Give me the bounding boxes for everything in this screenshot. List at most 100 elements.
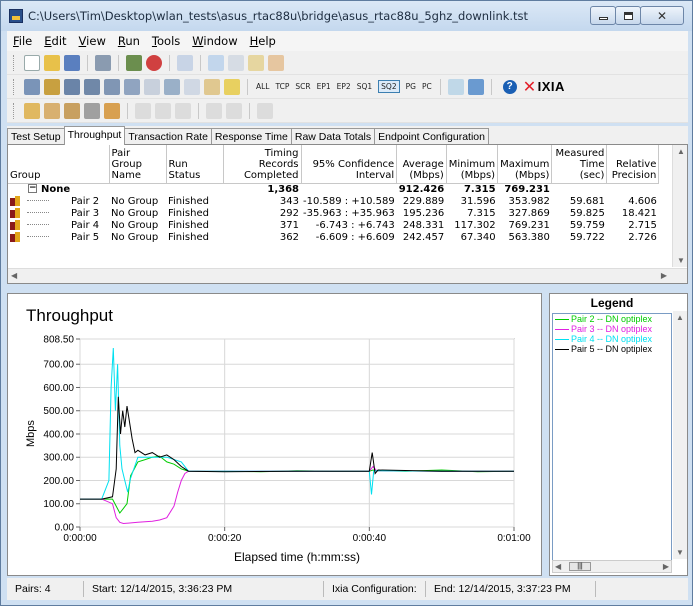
- legend-horizontal-scrollbar[interactable]: ◀ ||| ▶: [552, 560, 672, 573]
- collapse-icon[interactable]: −: [28, 184, 37, 193]
- col-pair-group[interactable]: Pair Group Name: [109, 145, 167, 184]
- legend-item[interactable]: Pair 3 -- DN optiplex: [553, 324, 671, 334]
- scroll-left-icon[interactable]: ◀: [555, 562, 561, 571]
- disabled-tool-icon[interactable]: [135, 102, 151, 119]
- legend-vertical-scrollbar[interactable]: ▲ ▼: [673, 311, 687, 559]
- legend-item[interactable]: Pair 4 -- DN optiplex: [553, 334, 671, 344]
- disabled-tool-icon[interactable]: [257, 102, 273, 119]
- filter-ep2-button[interactable]: EP2: [337, 82, 351, 91]
- legend-list[interactable]: Pair 2 -- DN optiplex Pair 3 -- DN optipl…: [552, 313, 672, 563]
- menu-item-3[interactable]: Run: [112, 34, 146, 48]
- refresh-icon[interactable]: [447, 78, 464, 95]
- scroll-up-icon[interactable]: ▲: [676, 313, 684, 322]
- grid-horizontal-scrollbar[interactable]: ◀ ▶: [8, 268, 687, 283]
- chart-icon[interactable]: [184, 78, 200, 95]
- stop-icon[interactable]: [146, 54, 162, 71]
- tab-5[interactable]: Endpoint Configuration: [374, 128, 489, 145]
- filter-scr-button[interactable]: SCR: [295, 82, 310, 91]
- add-pair-icon[interactable]: [64, 78, 80, 95]
- menu-item-2[interactable]: View: [73, 34, 112, 48]
- report-icon[interactable]: [228, 54, 244, 71]
- tab-1[interactable]: Throughput: [63, 126, 126, 145]
- filter-sq1-button[interactable]: SQ1: [357, 82, 372, 91]
- col-run-status[interactable]: Run Status: [166, 145, 224, 184]
- tab-0[interactable]: Test Setup: [7, 128, 65, 145]
- menu-item-6[interactable]: Help: [244, 34, 282, 48]
- save-icon[interactable]: [64, 54, 80, 71]
- minimize-button[interactable]: [590, 6, 616, 25]
- tool-icon[interactable]: [64, 102, 80, 119]
- wrench-icon[interactable]: [84, 102, 100, 119]
- filter-pc-button[interactable]: PC: [422, 82, 432, 91]
- filter-ep1-button[interactable]: EP1: [317, 82, 331, 91]
- menu-item-4[interactable]: Tools: [146, 34, 186, 48]
- edit-icon[interactable]: [164, 78, 180, 95]
- new-file-icon[interactable]: [24, 54, 40, 71]
- window-icon[interactable]: [467, 78, 484, 95]
- disabled-tool-icon[interactable]: [175, 102, 191, 119]
- scroll-right-icon[interactable]: ▶: [663, 562, 669, 571]
- toolbar-grip[interactable]: [13, 78, 16, 95]
- col-relative-precision[interactable]: Relative Precision: [606, 145, 660, 184]
- edit-pair-icon[interactable]: [84, 78, 100, 95]
- col-timing-records[interactable]: Timing Records Completed: [223, 145, 302, 184]
- menu-item-0[interactable]: File: [7, 34, 38, 48]
- col-group[interactable]: Group: [8, 145, 110, 184]
- scroll-right-icon[interactable]: ▶: [661, 271, 667, 280]
- brush-icon[interactable]: [104, 102, 120, 119]
- grid-vertical-scrollbar[interactable]: ▲ ▼: [672, 145, 687, 267]
- table-row[interactable]: Pair 4 No Group Finished 371 -6.743 : +6.743…: [8, 219, 659, 232]
- disabled-tool-icon[interactable]: [226, 102, 242, 119]
- wand-icon[interactable]: [268, 54, 284, 71]
- scroll-down-icon[interactable]: ▼: [676, 548, 684, 557]
- scroll-up-icon[interactable]: ▲: [677, 147, 685, 156]
- filter-icon[interactable]: [204, 78, 220, 95]
- filter-tcp-button[interactable]: TCP: [276, 82, 290, 91]
- tab-3[interactable]: Response Time: [210, 128, 292, 145]
- table-cell: 563.380: [508, 231, 550, 243]
- toolbar-grip[interactable]: [13, 54, 16, 71]
- table-row[interactable]: Pair 5 No Group Finished 362 -6.609 : +6.609…: [8, 231, 659, 244]
- table-row[interactable]: Pair 2 No Group Finished 343 -10.589 : +10.5…: [8, 195, 659, 208]
- legend-item[interactable]: Pair 2 -- DN optiplex: [553, 314, 671, 324]
- col-maximum[interactable]: Maximum (Mbps): [497, 145, 553, 184]
- copy-pair-icon[interactable]: [104, 78, 120, 95]
- filter-sq2-button[interactable]: SQ2: [378, 80, 400, 93]
- arrow-icon[interactable]: [44, 102, 60, 119]
- menu-item-5[interactable]: Window: [186, 34, 243, 48]
- col-confidence[interactable]: 95% Confidence Interval: [301, 145, 398, 184]
- export-icon[interactable]: [208, 54, 224, 71]
- tab-2[interactable]: Transaction Rate: [124, 128, 212, 145]
- scroll-left-icon[interactable]: ◀: [11, 271, 17, 280]
- open-folder-icon[interactable]: [44, 54, 60, 71]
- network-icon[interactable]: [124, 78, 140, 95]
- graph-icon[interactable]: [177, 54, 193, 71]
- filter-all-button[interactable]: ALL: [256, 82, 270, 91]
- multicast-icon[interactable]: [44, 78, 60, 95]
- tab-4[interactable]: Raw Data Totals: [290, 128, 376, 145]
- scroll-down-icon[interactable]: ▼: [677, 256, 685, 265]
- pencil-icon[interactable]: [24, 102, 40, 119]
- sort-icon[interactable]: [224, 78, 240, 95]
- filter-pg-button[interactable]: PG: [406, 82, 416, 91]
- help-icon[interactable]: ?: [502, 79, 517, 94]
- disabled-tool-icon[interactable]: [155, 102, 171, 119]
- run-icon[interactable]: [126, 54, 142, 71]
- menu-item-1[interactable]: Edit: [38, 34, 72, 48]
- maximize-button[interactable]: [615, 6, 641, 25]
- table-row-summary[interactable]: − None 1,368 912.426 7.315 769.231: [8, 183, 659, 196]
- close-button[interactable]: ✕: [640, 6, 684, 25]
- pair-icon[interactable]: [24, 78, 40, 95]
- legend-item[interactable]: Pair 5 -- DN optiplex: [553, 344, 671, 354]
- scroll-thumb[interactable]: |||: [569, 562, 591, 571]
- script-icon[interactable]: [144, 78, 160, 95]
- table-row[interactable]: Pair 3 No Group Finished 292 -35.963 : +35.9…: [8, 207, 659, 220]
- disabled-tool-icon[interactable]: [206, 102, 222, 119]
- print-icon[interactable]: [95, 54, 111, 71]
- mail-icon[interactable]: [248, 54, 264, 71]
- col-minimum[interactable]: Minimum (Mbps): [446, 145, 499, 184]
- col-measured-time[interactable]: Measured Time (sec): [551, 145, 608, 184]
- title-bar[interactable]: C:\Users\Tim\Desktop\wlan_tests\asus_rta…: [1, 1, 692, 31]
- toolbar-grip[interactable]: [13, 102, 16, 119]
- col-average[interactable]: Average (Mbps): [396, 145, 447, 184]
